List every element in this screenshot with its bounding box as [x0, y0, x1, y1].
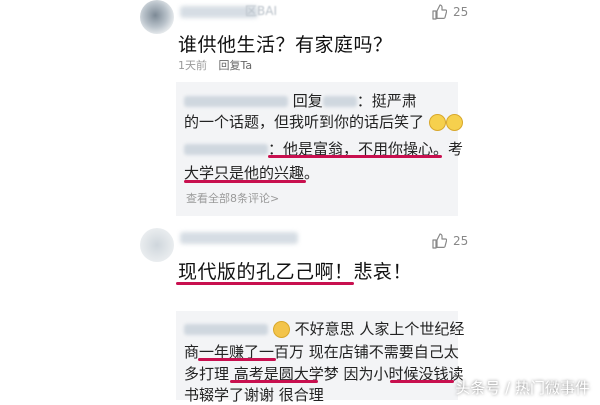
reply-prefix: 回复 — [292, 92, 323, 110]
view-all-replies-link[interactable]: 查看全部8条评论> — [186, 190, 279, 206]
highlight-underline — [268, 155, 442, 158]
reply-line-1: 不好意思 人家上个世纪经 — [184, 318, 464, 339]
watermark: 头条号 / 热门微事件 — [455, 377, 590, 398]
comment-time: 1天前 — [178, 59, 207, 72]
reply-line-4: 书辍学了谢谢 很合理 — [184, 386, 324, 404]
comment-text: 谁供他生活？有家庭吗？ — [178, 34, 393, 56]
comment-text: 现代版的孔乙己啊！悲哀！ — [178, 261, 413, 283]
grin-emoji-icon — [445, 114, 463, 131]
highlight-underline — [184, 180, 306, 183]
embarrassed-emoji-icon — [272, 321, 290, 338]
reply-line-2-text: 的一个话题，但我听到你的话后笑了 — [184, 113, 425, 131]
grin-emoji-icon — [428, 114, 446, 131]
highlight-underline — [176, 282, 354, 285]
comment-meta: 1天前 回复Ta — [178, 57, 260, 73]
thumbs-up-icon — [432, 4, 447, 20]
avatar[interactable] — [140, 0, 174, 34]
thumbs-up-icon — [432, 233, 447, 249]
highlight-underline — [230, 380, 318, 383]
like-count: 25 — [453, 5, 469, 19]
reply-link[interactable]: 回复Ta — [219, 59, 253, 72]
watermark-text: 头条号 / 热门微事件 — [455, 379, 590, 397]
like-button[interactable]: 25 — [431, 233, 468, 249]
highlight-underline — [198, 358, 276, 361]
reply-name-blurred — [184, 144, 268, 155]
like-button[interactable]: 25 — [431, 4, 468, 20]
highlight-underline — [390, 380, 454, 383]
username-tail[interactable]: 区BAI — [245, 2, 277, 19]
replier-name-blurred — [184, 96, 288, 107]
username-blurred[interactable] — [180, 232, 298, 244]
reply-line-1-text: 不好意思 人家上个世纪经 — [294, 320, 465, 338]
like-count: 25 — [453, 234, 469, 248]
avatar[interactable] — [140, 228, 174, 262]
replier-name-blurred — [184, 324, 268, 335]
reply-line-1: 回复 ：挺严肃 — [184, 90, 417, 111]
reply-line-1-text: ：挺严肃 — [356, 92, 417, 110]
target-name-blurred — [322, 96, 357, 107]
reply-line-2: 的一个话题，但我听到你的话后笑了 — [184, 111, 463, 132]
